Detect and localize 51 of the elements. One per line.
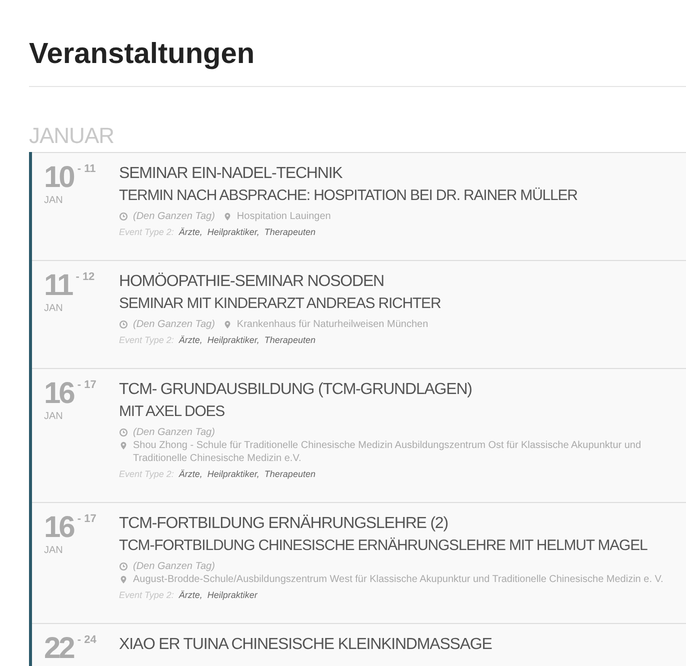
event-time: (Den Ganzen Tag)	[133, 426, 215, 439]
page-title: Veranstaltungen	[29, 37, 256, 72]
clock-icon	[119, 562, 128, 571]
event-location: August-Brodde-Schule/Ausbildungszentrum West für Klassische Akupunktur und Traditionelle Chinesische Medizin e. V.	[133, 573, 664, 586]
event-month: JAN	[44, 195, 63, 206]
event-time: (Den Ganzen Tag)	[133, 210, 215, 223]
event-subtitle: TCM-FORTBILDUNG CHINESISCHE ERNÄHRUNGSLEHRE MIT HELMUT MAGEL	[119, 536, 648, 556]
event-location: Hospitation Lauingen	[236, 210, 331, 223]
location-pin-icon	[119, 575, 128, 584]
event-month: JAN	[44, 545, 63, 556]
event-type-link[interactable]: Heilpraktiker	[207, 589, 258, 601]
clock-icon	[119, 212, 128, 221]
event-subtitle: SEMINAR MIT KINDERARZT ANDREAS RICHTER	[119, 294, 442, 314]
event-end-day: - 17	[77, 513, 96, 525]
event-end-day: - 11	[77, 163, 96, 175]
event-type-link[interactable]: Ärzte,	[178, 468, 202, 480]
event-title[interactable]: XIAO ER TUINA CHINESISCHE KLEINKINDMASSAGE	[119, 634, 492, 656]
event-type-link[interactable]: Heilpraktiker,	[207, 468, 260, 480]
event-title[interactable]: TCM-FORTBILDUNG ERNÄHRUNGSLEHRE (2)	[119, 513, 448, 535]
event-type-link[interactable]: Therapeuten	[264, 334, 316, 346]
event-type-link[interactable]: Ärzte,	[178, 226, 202, 238]
event-day: 11	[44, 271, 72, 301]
event-end-day: - 17	[77, 379, 96, 391]
event-subtitle: MIT AXEL DOES	[119, 402, 226, 422]
event-day: 16	[44, 379, 74, 409]
event-type-link[interactable]: Ärzte,	[178, 589, 202, 601]
event-type-link[interactable]: Heilpraktiker,	[207, 226, 260, 238]
clock-icon	[119, 428, 128, 437]
location-pin-icon	[222, 212, 232, 221]
event-type-link[interactable]: Therapeuten	[264, 468, 316, 480]
event-title[interactable]: HOMÖOPATHIE-SEMINAR NOSODEN	[119, 271, 384, 293]
event-end-day: - 12	[76, 271, 95, 283]
event-end-day: - 24	[77, 634, 96, 646]
event-subtitle: TERMIN NACH ABSPRACHE: HOSPITATION BEI DR. RAINER MÜLLER	[119, 186, 578, 206]
event-month: JAN	[44, 303, 63, 314]
event-month: JAN	[44, 411, 63, 422]
event-type-link[interactable]: Therapeuten	[264, 226, 316, 238]
event-day: 16	[44, 513, 74, 543]
event-location: Krankenhaus für Naturheilweisen München	[236, 318, 428, 331]
location-pin-icon	[119, 441, 128, 450]
event-title[interactable]: TCM- GRUNDAUSBILDUNG (TCM-GRUNDLAGEN)	[119, 379, 472, 401]
event-day: 10	[44, 163, 74, 193]
location-pin-icon	[222, 320, 232, 329]
event-day: 22	[44, 634, 74, 664]
event-type-link[interactable]: Heilpraktiker,	[207, 334, 260, 346]
event-title[interactable]: SEMINAR EIN-NADEL-TECHNIK	[119, 163, 342, 185]
clock-icon	[119, 320, 128, 329]
event-time: (Den Ganzen Tag)	[133, 560, 215, 573]
event-location: Shou Zhong - Schule für Traditionelle Chinesische Medizin Ausbildungszentrum Ost für Klassische Akupunktur und Traditionelle Chinesische Medizin e.V.	[133, 439, 642, 465]
event-type-link[interactable]: Ärzte,	[178, 334, 202, 346]
event-time: (Den Ganzen Tag)	[133, 318, 215, 331]
